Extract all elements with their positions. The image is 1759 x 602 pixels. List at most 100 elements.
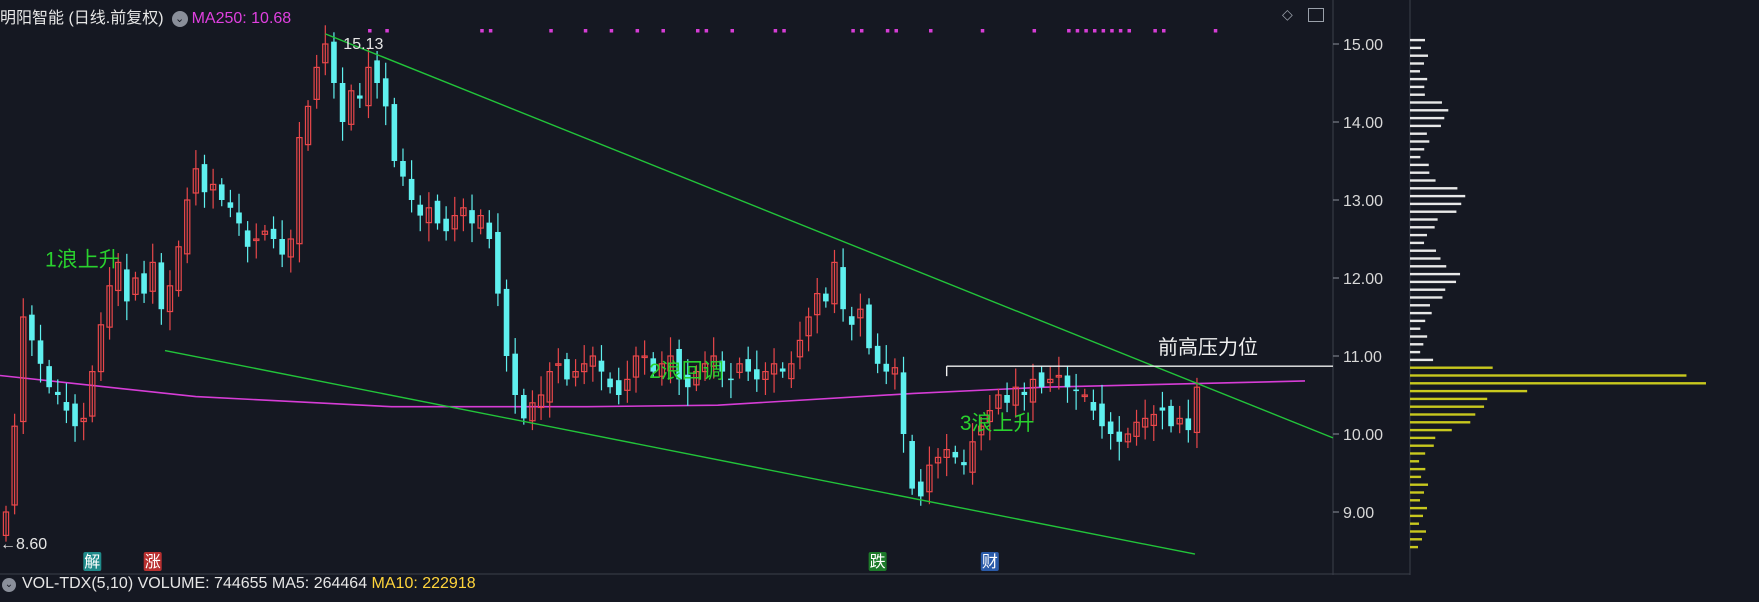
y-tick-label: 9.00 [1343,505,1374,522]
event-dot [1153,29,1157,33]
volume-profile-bar [1410,311,1432,315]
volume-profile-bar [1410,140,1430,143]
candle-body [46,366,52,388]
volume-profile-bar [1410,530,1426,533]
volume-profile-bar [1410,132,1427,135]
candle-body [961,462,967,466]
candle-body [417,204,424,216]
candle-body [512,353,518,395]
candle-body [1099,403,1105,427]
event-marker-label: 跌 [870,553,886,571]
event-dot [885,29,890,33]
candle-body [54,391,61,395]
event-dot [704,29,709,33]
volume-profile-bar [1410,335,1428,338]
wave-label-wave3: 3浪上升 [960,412,1035,435]
volume-profile-bar [1410,187,1458,190]
volume-profile-bar [1410,514,1423,518]
volume-profile-bar [1410,226,1435,229]
volume-profile-bar [1410,101,1442,104]
event-dot [583,29,588,33]
candle-body [72,403,78,427]
volume-profile-bar [1410,257,1441,260]
event-dot [1118,29,1123,33]
volume-profile-bar [1410,296,1443,299]
diamond-icon[interactable]: ◇ [1282,6,1298,22]
resistance-label: 前高压力位 [1158,336,1258,359]
candle-body [503,288,510,356]
upper-trend-line [325,33,1334,439]
volume-indicator-bar: ⌄ VOL-TDX(5,10) VOLUME: 744655 MA5: 26446… [0,575,476,597]
volume-profile-bar [1410,436,1436,440]
vol-ma10: MA10: 222918 [371,575,476,592]
volume-profile-bar [1410,124,1441,128]
volume-profile-bar [1410,249,1437,252]
candle-body [615,380,622,395]
candle-body [331,41,337,83]
candle-body [63,402,70,411]
event-dot [385,29,389,33]
volume-profile-bar [1410,499,1421,502]
volume-profile-bar [1410,421,1471,424]
volume-profile-bar [1410,179,1436,182]
event-dot [1213,29,1218,33]
candle-body [201,164,208,193]
volume-profile-bar [1410,304,1430,307]
volume-profile-bar [1410,109,1449,112]
volume-profile-bar [1410,428,1452,432]
volume-profile-bar [1410,116,1445,120]
volume-profile-bar [1410,77,1428,81]
candle-body [124,269,130,302]
volume-profile-bar [1410,491,1425,494]
event-dot [980,29,985,33]
chart-stage: 15.00 14.00 13.00 12.00 11.00 10.00 9.00 前高压力位 1… [0,0,1759,597]
volume-profile-bar [1410,241,1425,245]
vol-indicator-name: VOL-TDX(5,10) [22,575,134,592]
volume-profile-bar [1410,233,1427,237]
volume-profile-bar [1410,171,1430,174]
ma250-label: MA250: 10.68 [191,10,292,27]
chevron-down-icon[interactable]: ⌄ [2,578,16,592]
volume-profile-bar [1410,374,1687,377]
volume-profile-bar [1410,397,1488,401]
candle-body [270,228,277,239]
volume-profile-bar [1410,62,1425,65]
candle-body [279,239,285,255]
event-dot [929,29,933,33]
candle-body [374,60,380,83]
candle-body [840,267,846,310]
candle-body [29,314,35,341]
candle-body [382,78,389,107]
candle-body [339,83,346,122]
candle-body [434,200,441,224]
volume-profile-bar [1410,202,1462,206]
volume-profile-bar [1410,483,1429,486]
candle-body [607,378,613,388]
candle-body [141,273,147,294]
panel-toggle-icon[interactable] [1308,8,1324,22]
chevron-down-icon[interactable]: ⌄ [171,11,188,27]
volume-profile-bar [1410,148,1425,151]
event-dot [730,29,735,33]
candle-body [564,359,570,380]
y-tick-label: 12.00 [1343,271,1383,288]
candle-body [391,104,398,161]
chart-header: 明阳智能 (日线.前复权) ⌄ MA250: 10.68 [0,4,292,27]
volume-profile-bar [1410,460,1420,463]
y-tick-label: 13.00 [1343,193,1383,210]
candle-body [728,378,734,381]
vol-ma5: MA5: 264464 [271,575,368,592]
candle-body [598,360,605,372]
volume-profile-bar [1410,155,1421,159]
candle-body [883,363,890,372]
candle-body [1004,395,1010,403]
event-dot [549,29,553,33]
volume-profile-bar [1410,366,1493,369]
candle-body [1038,372,1045,388]
volume-profile-bar [1410,93,1425,96]
event-dot [1162,29,1166,33]
volume-profile-bar [1410,70,1421,73]
candle-body [909,441,915,489]
stock-title: 明阳智能 (日线.前复权) [0,10,164,27]
event-dot [1127,29,1131,33]
